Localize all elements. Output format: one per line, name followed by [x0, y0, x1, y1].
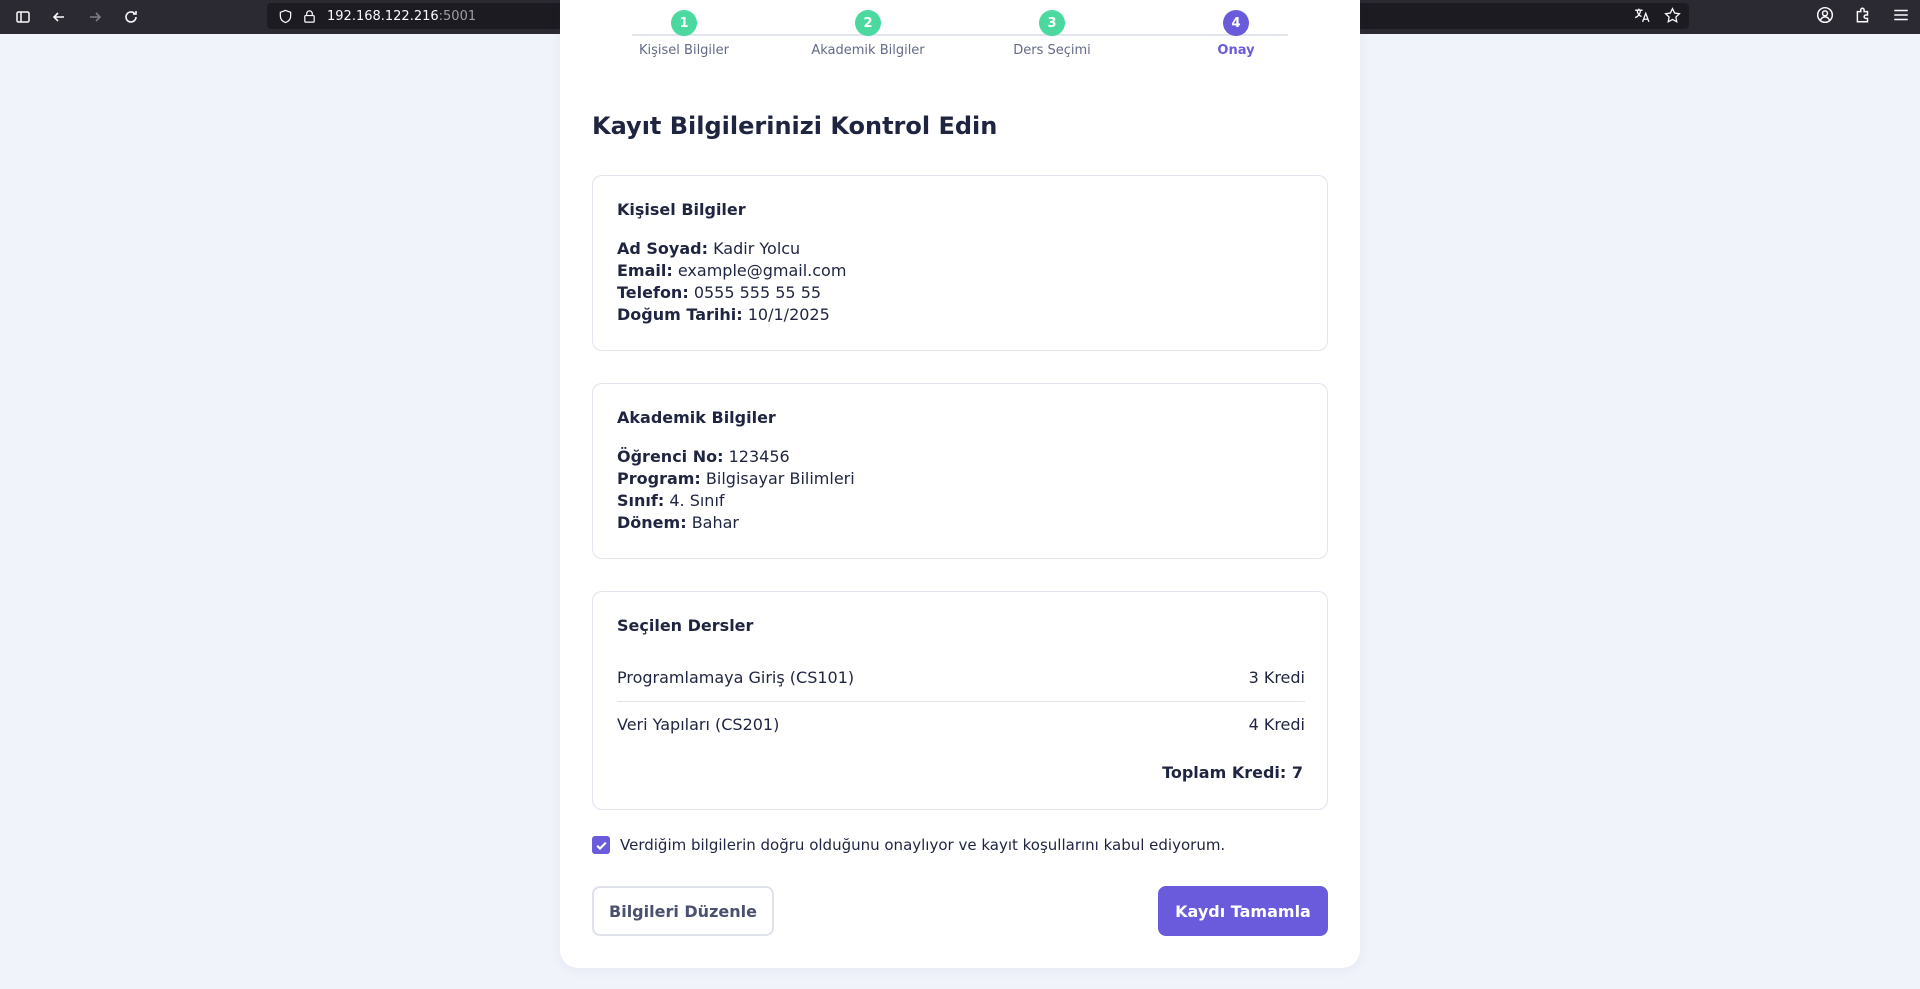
agreement-checkbox[interactable]: [592, 836, 610, 854]
account-icon[interactable]: [1816, 6, 1834, 24]
step-1-circle: 1: [671, 10, 697, 36]
term-value: Bahar: [691, 513, 739, 532]
shield-icon[interactable]: [277, 8, 293, 24]
class-value: 4. Sınıf: [669, 491, 725, 510]
email-row: Email: example@gmail.com: [617, 260, 846, 282]
step-3-label: Ders Seçimi: [1013, 43, 1091, 58]
step-3: 3 Ders Seçimi: [972, 10, 1132, 58]
phone-label: Telefon:: [617, 283, 689, 302]
class-row: Sınıf: 4. Sınıf: [617, 490, 855, 512]
url-text: 192.168.122.216:5001: [327, 9, 476, 24]
back-arrow-icon[interactable]: [44, 3, 74, 31]
step-3-circle: 3: [1039, 10, 1065, 36]
phone-row: Telefon: 0555 555 55 55: [617, 282, 846, 304]
reload-icon[interactable]: [116, 3, 146, 31]
birth-date-label: Doğum Tarihi:: [617, 305, 743, 324]
name-row: Ad Soyad: Kadir Yolcu: [617, 238, 846, 260]
translate-icon[interactable]: [1633, 7, 1650, 24]
step-1-label: Kişisel Bilgiler: [639, 43, 729, 58]
course-divider: [617, 701, 1305, 702]
url-host: 192.168.122.216: [327, 8, 439, 24]
course-credit: 3 Kredi: [1248, 668, 1305, 687]
academic-info-lines: Öğrenci No: 123456 Program: Bilgisayar B…: [617, 446, 855, 534]
forward-arrow-icon[interactable]: [80, 3, 110, 31]
course-row: Programlamaya Giriş (CS101) 3 Kredi: [617, 668, 1305, 687]
class-label: Sınıf:: [617, 491, 665, 510]
personal-info-title: Kişisel Bilgiler: [617, 200, 746, 219]
personal-info-section: Kişisel Bilgiler Ad Soyad: Kadir Yolcu E…: [592, 175, 1328, 351]
check-icon: [595, 841, 607, 850]
program-label: Program:: [617, 469, 701, 488]
student-no-row: Öğrenci No: 123456: [617, 446, 855, 468]
sidebar-toggle-icon[interactable]: [8, 3, 38, 31]
birth-date-row: Doğum Tarihi: 10/1/2025: [617, 304, 846, 326]
birth-date-value: 10/1/2025: [747, 305, 830, 324]
course-name: Programlamaya Giriş (CS101): [617, 668, 855, 687]
lock-icon[interactable]: [301, 8, 317, 24]
program-value: Bilgisayar Bilimleri: [705, 469, 855, 488]
registration-card: 1 Kişisel Bilgiler 2 Akademik Bilgiler 3…: [560, 0, 1360, 968]
personal-info-lines: Ad Soyad: Kadir Yolcu Email: example@gma…: [617, 238, 846, 326]
progress-steps: 1 Kişisel Bilgiler 2 Akademik Bilgiler 3…: [560, 0, 1360, 90]
name-label: Ad Soyad:: [617, 239, 708, 258]
agreement-row: Verdiğim bilgilerin doğru olduğunu onayl…: [592, 836, 1225, 854]
page-title: Kayıt Bilgilerinizi Kontrol Edin: [592, 112, 998, 140]
edit-info-button[interactable]: Bilgileri Düzenle: [592, 886, 774, 936]
extensions-icon[interactable]: [1854, 6, 1872, 24]
email-value: example@gmail.com: [677, 261, 847, 280]
menu-icon[interactable]: [1892, 6, 1910, 24]
step-2: 2 Akademik Bilgiler: [788, 10, 948, 58]
step-2-label: Akademik Bilgiler: [811, 43, 925, 58]
program-row: Program: Bilgisayar Bilimleri: [617, 468, 855, 490]
email-label: Email:: [617, 261, 673, 280]
step-1: 1 Kişisel Bilgiler: [604, 10, 764, 58]
course-name: Veri Yapıları (CS201): [617, 715, 780, 734]
selected-courses-section: Seçilen Dersler Programlamaya Giriş (CS1…: [592, 591, 1328, 810]
phone-value: 0555 555 55 55: [693, 283, 822, 302]
step-4: 4 Onay: [1156, 10, 1316, 58]
name-value: Kadir Yolcu: [713, 239, 801, 258]
bookmark-star-icon[interactable]: [1664, 7, 1681, 24]
academic-info-section: Akademik Bilgiler Öğrenci No: 123456 Pro…: [592, 383, 1328, 559]
term-label: Dönem:: [617, 513, 687, 532]
url-port: :5001: [438, 8, 477, 24]
step-4-label: Onay: [1217, 43, 1255, 58]
complete-registration-button[interactable]: Kaydı Tamamla: [1158, 886, 1328, 936]
course-row: Veri Yapıları (CS201) 4 Kredi: [617, 715, 1305, 734]
student-no-value: 123456: [728, 447, 790, 466]
step-4-circle: 4: [1223, 10, 1249, 36]
agreement-text[interactable]: Verdiğim bilgilerin doğru olduğunu onayl…: [620, 836, 1225, 854]
course-credit: 4 Kredi: [1248, 715, 1305, 734]
term-row: Dönem: Bahar: [617, 512, 855, 534]
total-credits: Toplam Kredi: 7: [1162, 763, 1303, 782]
selected-courses-title: Seçilen Dersler: [617, 616, 754, 635]
student-no-label: Öğrenci No:: [617, 447, 724, 466]
academic-info-title: Akademik Bilgiler: [617, 408, 776, 427]
step-2-circle: 2: [855, 10, 881, 36]
